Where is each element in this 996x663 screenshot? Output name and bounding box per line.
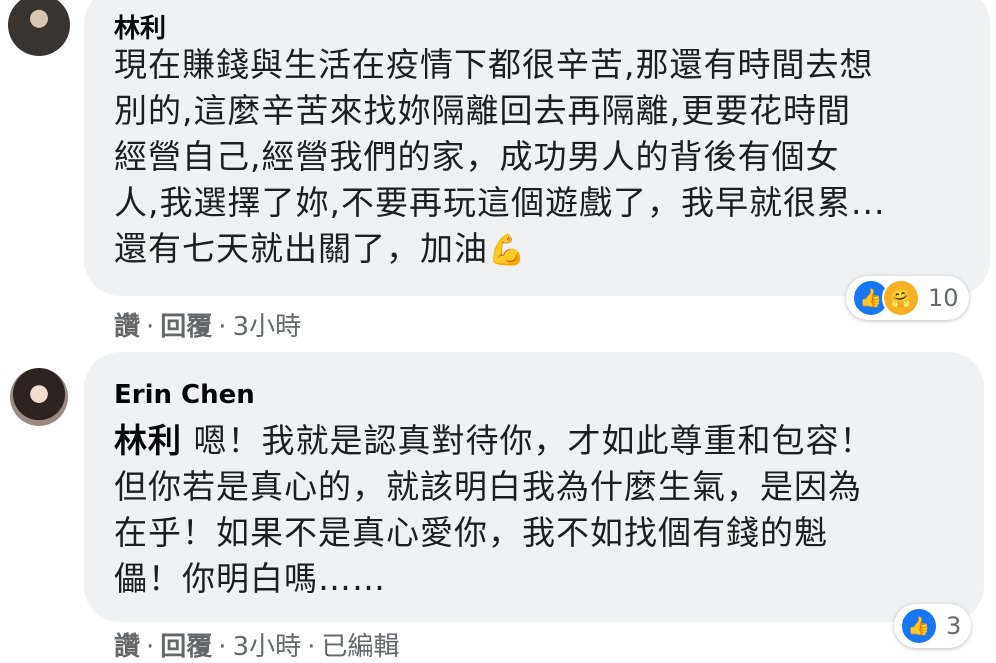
mention-link[interactable]: 林利 — [114, 421, 182, 460]
comment-line: 儡！你明白嗎…… — [114, 559, 386, 598]
reaction-count: 3 — [946, 612, 962, 640]
reply-link[interactable]: 回覆 — [160, 312, 212, 342]
timestamp[interactable]: 3小時 — [233, 632, 302, 662]
like-link[interactable]: 讚 — [114, 632, 140, 662]
flexed-biceps-emoji: 💪 — [488, 233, 527, 268]
avatar[interactable] — [10, 368, 68, 426]
like-icon: 👍 — [900, 607, 938, 645]
avatar[interactable] — [8, 0, 70, 56]
timestamp[interactable]: 3小時 — [233, 312, 302, 342]
comment-actions: 讚 · 回覆 · 3小時 — [114, 306, 301, 343]
separator-dot: · — [146, 632, 155, 662]
reply-link[interactable]: 回覆 — [160, 632, 212, 662]
separator-dot: · — [218, 632, 227, 662]
comment-text: 現在賺錢與生活在疫情下都很辛苦,那還有時間去想 別的,這麼辛苦來找妳隔離回去再隔… — [114, 42, 885, 274]
comment-line: 還有七天就出關了，加油💪 — [114, 226, 885, 274]
edited-label[interactable]: 已編輯 — [321, 632, 399, 662]
comment-author[interactable]: 林利 — [114, 8, 166, 45]
comment-author[interactable]: Erin Chen — [114, 380, 255, 410]
comment-line: 但你若是真心的，就該明白我為什麼生氣，是因為 — [114, 467, 862, 506]
separator-dot: · — [146, 312, 155, 342]
comment-line: 人,我選擇了妳,不要再玩這個遊戲了，我早就很累... — [114, 183, 886, 222]
comment-line: 現在賺錢與生活在疫情下都很辛苦,那還有時間去想 — [114, 45, 874, 84]
reaction-count: 10 — [928, 284, 959, 312]
reactions-badge[interactable]: 👍 3 — [894, 604, 972, 648]
comment-line-text: 嗯！我就是認真對待你，才如此尊重和包容！ — [182, 421, 874, 460]
comment-line: 林利 嗯！我就是認真對待你，才如此尊重和包容！ — [114, 418, 874, 464]
comment-line: 在乎！如果不是真心愛你，我不如找個有錢的魁 — [114, 513, 828, 552]
comment-line-text: 還有七天就出關了，加油 — [114, 229, 488, 268]
separator-dot: · — [307, 632, 316, 662]
care-icon: 🤗 — [882, 279, 920, 317]
comment-line: 經營自己,經營我們的家，成功男人的背後有個女 — [114, 137, 840, 176]
separator-dot: · — [218, 312, 227, 342]
comment-line: 別的,這麼辛苦來找妳隔離回去再隔離,更要花時間 — [114, 91, 851, 130]
reactions-badge[interactable]: 👍 🤗 10 — [846, 276, 969, 320]
like-link[interactable]: 讚 — [114, 312, 140, 342]
comment-text: 林利 嗯！我就是認真對待你，才如此尊重和包容！ 但你若是真心的，就該明白我為什麼… — [114, 418, 874, 602]
comment-actions: 讚 · 回覆 · 3小時 · 已編輯 — [114, 626, 399, 663]
